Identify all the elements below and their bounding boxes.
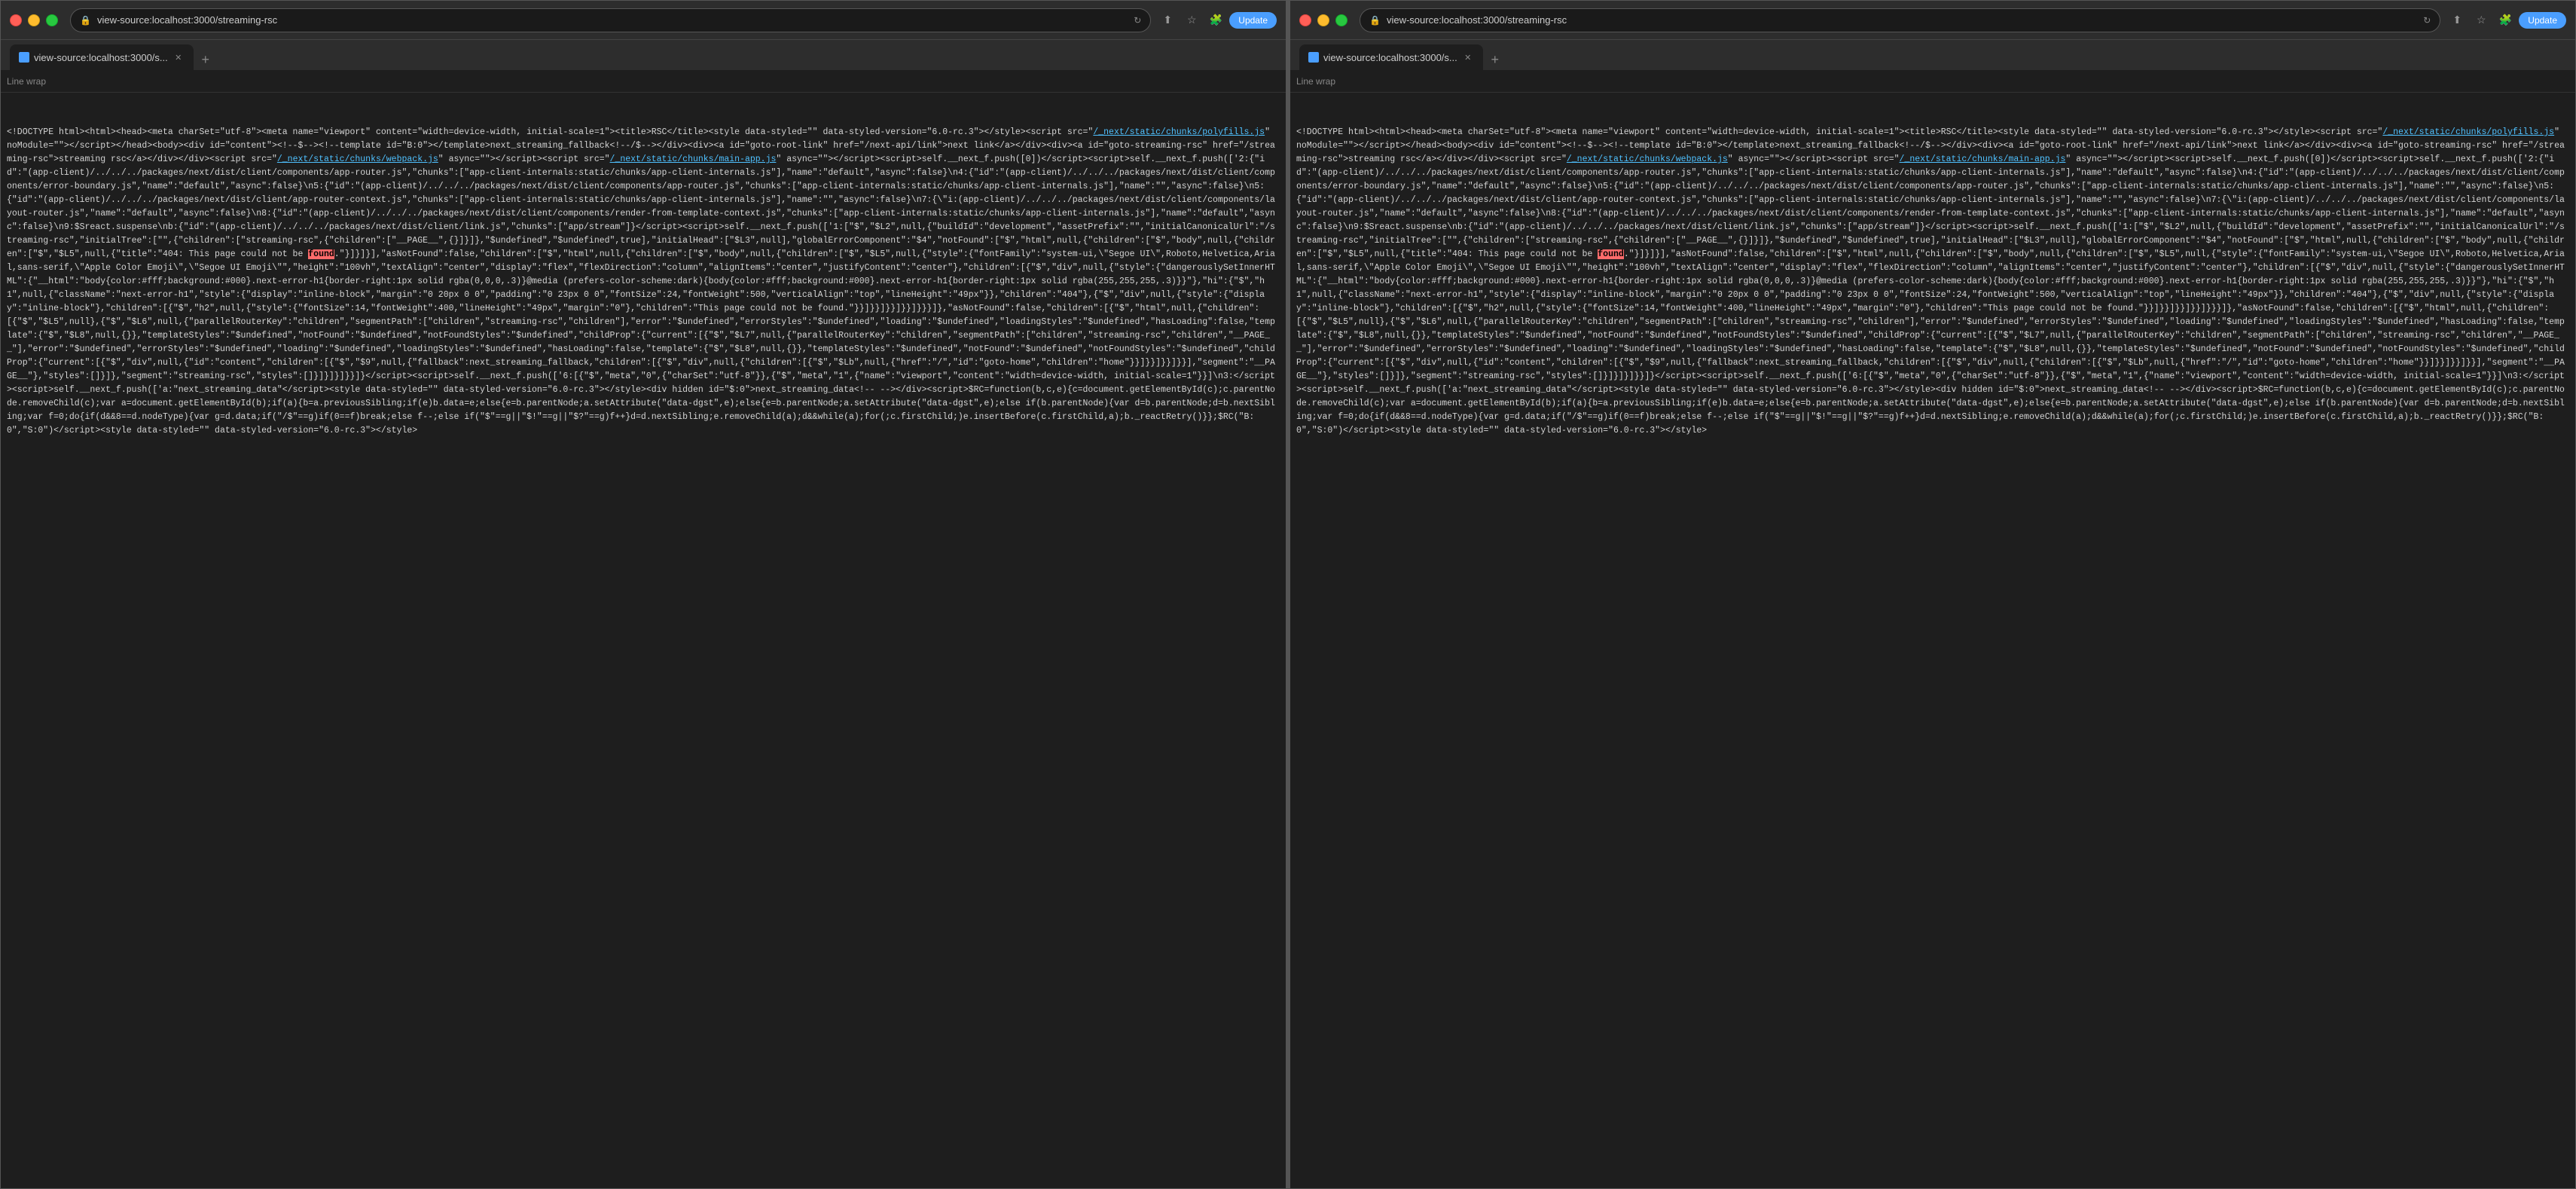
right-extensions-icon[interactable]: 🧩 bbox=[2495, 10, 2516, 31]
right-tab-close-icon[interactable]: ✕ bbox=[1462, 51, 1474, 63]
left-tab-title: view-source:localhost:3000/s... bbox=[34, 52, 168, 63]
right-new-tab-button[interactable]: + bbox=[1485, 49, 1506, 70]
left-tab-close-icon[interactable]: ✕ bbox=[172, 51, 185, 63]
right-maximize-button[interactable] bbox=[1335, 14, 1348, 26]
left-tab-favicon bbox=[19, 52, 29, 63]
right-tab-favicon bbox=[1308, 52, 1319, 63]
left-title-bar: 🔒 view-source:localhost:3000/streaming-r… bbox=[1, 1, 1286, 40]
right-browser-window: 🔒 view-source:localhost:3000/streaming-r… bbox=[1290, 0, 2576, 1189]
right-traffic-lights bbox=[1299, 14, 1348, 26]
right-update-button[interactable]: Update bbox=[2519, 12, 2566, 29]
left-close-button[interactable] bbox=[10, 14, 22, 26]
left-tab-active[interactable]: view-source:localhost:3000/s... ✕ bbox=[10, 44, 194, 70]
right-source-content: <!DOCTYPE html><html><head><meta charSet… bbox=[1290, 93, 2575, 1188]
left-url-text: view-source:localhost:3000/streaming-rsc bbox=[97, 14, 1128, 26]
right-share-icon[interactable]: ⬆ bbox=[2446, 10, 2468, 31]
left-line-wrap-bar: Line wrap bbox=[1, 70, 1286, 93]
right-tab-active[interactable]: view-source:localhost:3000/s... ✕ bbox=[1299, 44, 1483, 70]
right-minimize-button[interactable] bbox=[1317, 14, 1329, 26]
right-tab-bar: view-source:localhost:3000/s... ✕ + bbox=[1290, 40, 2575, 70]
left-nav-actions: ⬆ ☆ 🧩 Update bbox=[1157, 10, 1277, 31]
left-maximize-button[interactable] bbox=[46, 14, 58, 26]
left-source-content: <!DOCTYPE html><html><head><meta charSet… bbox=[1, 93, 1286, 1188]
right-lock-icon: 🔒 bbox=[1369, 15, 1381, 26]
left-url-bar[interactable]: 🔒 view-source:localhost:3000/streaming-r… bbox=[70, 8, 1151, 32]
left-new-tab-button[interactable]: + bbox=[195, 49, 216, 70]
left-extensions-icon[interactable]: 🧩 bbox=[1205, 10, 1226, 31]
right-bookmark-icon[interactable]: ☆ bbox=[2471, 10, 2492, 31]
left-share-icon[interactable]: ⬆ bbox=[1157, 10, 1178, 31]
found-highlight: found bbox=[1598, 249, 1624, 259]
left-source-lines[interactable]: <!DOCTYPE html><html><head><meta charSet… bbox=[1, 99, 1286, 1182]
right-source-lines[interactable]: <!DOCTYPE html><html><head><meta charSet… bbox=[1290, 99, 2575, 1182]
right-refresh-icon[interactable]: ↻ bbox=[2423, 15, 2431, 26]
left-tab-bar: view-source:localhost:3000/s... ✕ + bbox=[1, 40, 1286, 70]
right-nav-actions: ⬆ ☆ 🧩 Update bbox=[2446, 10, 2566, 31]
right-url-text: view-source:localhost:3000/streaming-rsc bbox=[1387, 14, 2417, 26]
right-tab-title: view-source:localhost:3000/s... bbox=[1323, 52, 1457, 63]
left-browser-window: 🔒 view-source:localhost:3000/streaming-r… bbox=[0, 0, 1286, 1189]
left-bookmark-icon[interactable]: ☆ bbox=[1181, 10, 1202, 31]
left-update-button[interactable]: Update bbox=[1229, 12, 1277, 29]
right-close-button[interactable] bbox=[1299, 14, 1311, 26]
left-refresh-icon[interactable]: ↻ bbox=[1134, 15, 1141, 26]
left-line-wrap-label: Line wrap bbox=[7, 76, 46, 87]
left-traffic-lights bbox=[10, 14, 58, 26]
right-title-bar: 🔒 view-source:localhost:3000/streaming-r… bbox=[1290, 1, 2575, 40]
right-url-bar[interactable]: 🔒 view-source:localhost:3000/streaming-r… bbox=[1360, 8, 2440, 32]
left-minimize-button[interactable] bbox=[28, 14, 40, 26]
left-lock-icon: 🔒 bbox=[80, 15, 91, 26]
right-line-wrap-label: Line wrap bbox=[1296, 76, 1335, 87]
right-line-wrap-bar: Line wrap bbox=[1290, 70, 2575, 93]
